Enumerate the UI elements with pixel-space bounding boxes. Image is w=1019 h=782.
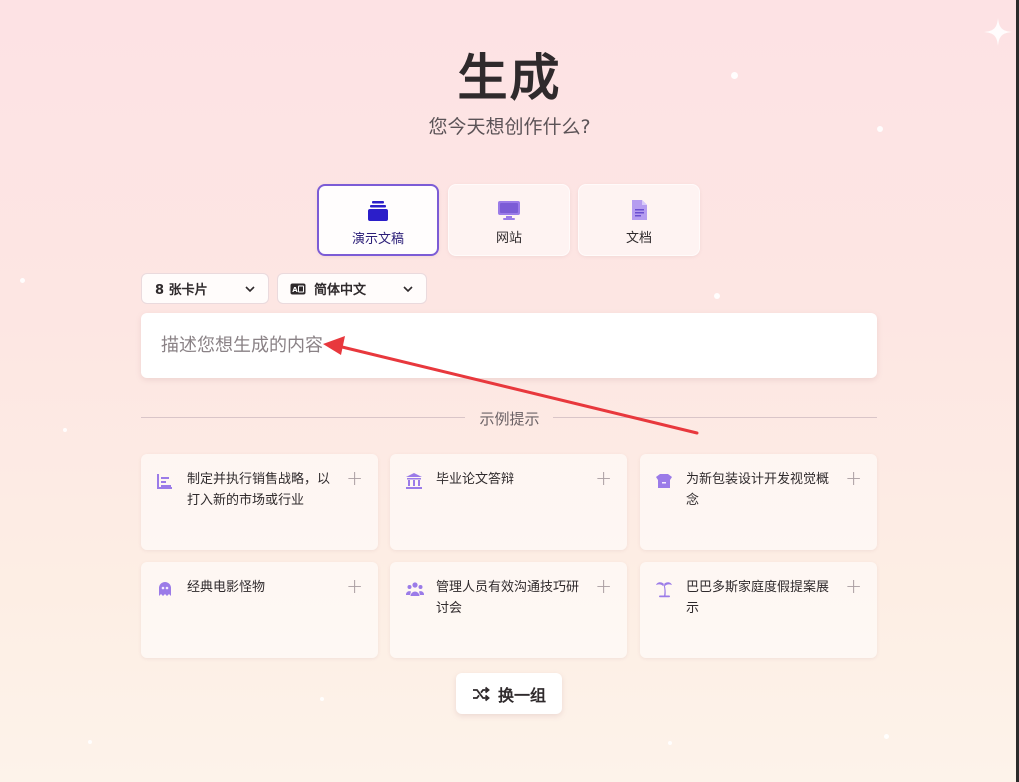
chevron-down-icon: [403, 286, 413, 293]
palm-tree-icon: [656, 582, 672, 598]
type-card-document[interactable]: 文档: [578, 184, 700, 256]
page-title: 生成: [457, 49, 562, 107]
type-card-label: 网站: [495, 231, 522, 246]
university-icon: [406, 473, 422, 489]
add-icon[interactable]: +: [346, 574, 363, 598]
examples-heading: 示例提示: [479, 410, 540, 428]
ghost-icon: [159, 582, 171, 596]
language-badge-icon: A: [290, 283, 306, 294]
add-icon[interactable]: +: [845, 466, 862, 490]
language-select[interactable]: A 简体中文: [277, 273, 427, 304]
add-icon[interactable]: +: [595, 466, 612, 490]
example-text: 为新包装设计开发视觉概念: [686, 472, 830, 508]
card-count-select[interactable]: 8 张卡片: [141, 273, 269, 304]
example-card[interactable]: 巴巴多斯家庭度假提案展示 +: [640, 562, 877, 658]
shuffle-icon: [472, 686, 490, 701]
example-text: 管理人员有效沟通技巧研讨会: [436, 580, 580, 616]
bar-chart-icon: [157, 474, 172, 489]
box-icon: [656, 474, 672, 488]
chevron-down-icon: [245, 286, 255, 293]
example-card[interactable]: 为新包装设计开发视觉概念 +: [640, 454, 877, 550]
page-subtitle: 您今天想创作什么?: [428, 116, 591, 138]
card-count-value: 8 张卡片: [155, 283, 208, 298]
svg-text:A: A: [292, 286, 298, 294]
sparkle-dot: [88, 740, 92, 744]
sparkle-dot: [668, 741, 672, 745]
type-card-presentation[interactable]: 演示文稿: [317, 184, 439, 256]
add-icon[interactable]: +: [595, 574, 612, 598]
type-card-website[interactable]: 网站: [448, 184, 570, 256]
example-card[interactable]: 制定并执行销售战略，以打入新的市场或行业 +: [141, 454, 378, 550]
add-icon[interactable]: +: [845, 574, 862, 598]
sparkle-dot: [714, 293, 720, 299]
document-icon: [632, 200, 647, 220]
example-card[interactable]: 经典电影怪物 +: [141, 562, 378, 658]
type-card-label: 演示文稿: [351, 232, 404, 247]
example-card[interactable]: 毕业论文答辩 +: [390, 454, 627, 550]
example-text: 巴巴多斯家庭度假提案展示: [686, 580, 830, 616]
shuffle-label: 换一组: [497, 685, 546, 705]
type-card-label: 文档: [625, 231, 652, 246]
language-value: 简体中文: [314, 283, 367, 298]
sparkle-dot: [20, 278, 25, 283]
sparkle-dot: [320, 697, 324, 701]
presentation-stack-icon: [368, 201, 388, 221]
people-icon: [405, 582, 425, 596]
example-card[interactable]: 管理人员有效沟通技巧研讨会 +: [390, 562, 627, 658]
example-text: 毕业论文答辩: [436, 472, 515, 487]
prompt-input[interactable]: [141, 313, 877, 378]
sparkle-dot: [884, 734, 889, 739]
example-text: 制定并执行销售战略，以打入新的市场或行业: [187, 472, 331, 508]
shuffle-button[interactable]: 换一组: [456, 673, 562, 714]
example-text: 经典电影怪物: [187, 580, 266, 595]
add-icon[interactable]: +: [346, 466, 363, 490]
monitor-icon: [498, 201, 520, 220]
